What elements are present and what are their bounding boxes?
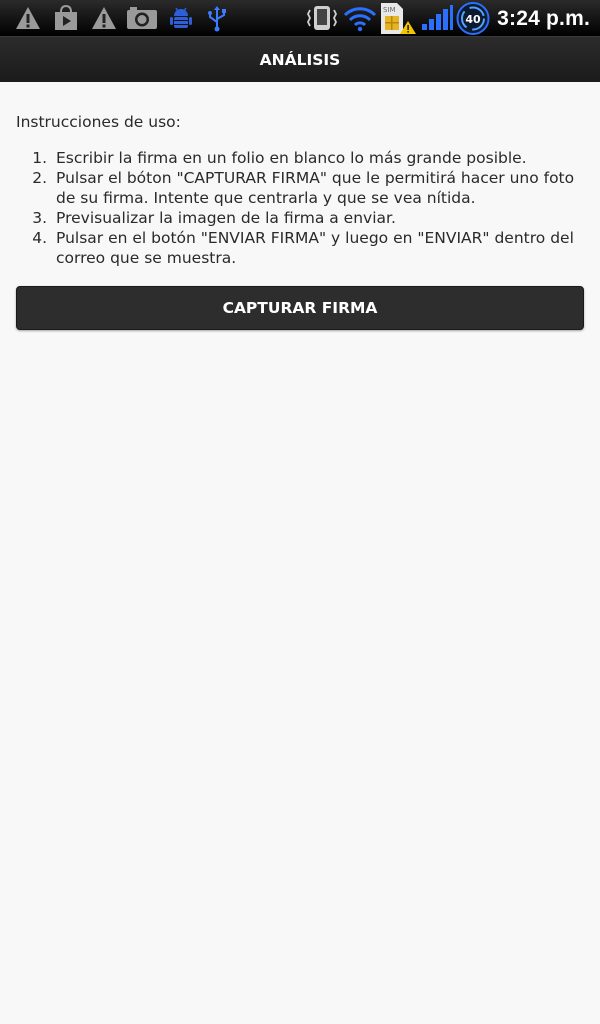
camera-icon bbox=[125, 4, 159, 32]
step-number: 3. bbox=[32, 209, 47, 227]
network-badge-text: 40 bbox=[465, 13, 481, 26]
list-item: 4. Pulsar en el botón "ENVIAR FIRMA" y l… bbox=[16, 228, 584, 268]
play-store-icon bbox=[53, 4, 79, 32]
sim-warning-icon: SIM bbox=[379, 2, 417, 34]
step-text: Pulsar en el botón "ENVIAR FIRMA" y lueg… bbox=[56, 229, 574, 267]
instructions-list: 1. Escribir la firma en un folio en blan… bbox=[16, 148, 584, 268]
wifi-icon bbox=[343, 4, 377, 32]
warning-icon bbox=[90, 4, 118, 32]
data-badge-icon: 40 bbox=[455, 2, 491, 35]
status-bar: SIM 40 3:24 p.m. bbox=[0, 0, 600, 37]
action-bar: ANÁLISIS bbox=[0, 37, 600, 82]
list-item: 3. Previsualizar la imagen de la firma a… bbox=[16, 208, 584, 228]
usb-icon bbox=[204, 4, 230, 32]
capture-signature-label: CAPTURAR FIRMA bbox=[222, 299, 378, 317]
warning-icon bbox=[14, 4, 42, 32]
status-clock: 3:24 p.m. bbox=[497, 7, 590, 30]
instructions-section: Instrucciones de uso: 1. Escribir la fir… bbox=[16, 112, 584, 268]
instructions-heading: Instrucciones de uso: bbox=[16, 113, 181, 131]
signal-icon bbox=[420, 4, 454, 32]
sim-label: SIM bbox=[383, 6, 396, 14]
list-item: 2. Pulsar el bóton "CAPTURAR FIRMA" que … bbox=[16, 168, 584, 208]
vibrate-icon bbox=[305, 4, 339, 32]
step-number: 2. bbox=[32, 169, 47, 187]
step-number: 4. bbox=[32, 229, 47, 247]
page-title: ANÁLISIS bbox=[259, 50, 341, 69]
capture-signature-button[interactable]: CAPTURAR FIRMA bbox=[16, 286, 584, 330]
list-item: 1. Escribir la firma en un folio en blan… bbox=[16, 148, 584, 168]
step-text: Pulsar el bóton "CAPTURAR FIRMA" que le … bbox=[56, 169, 575, 207]
android-debug-icon bbox=[168, 4, 194, 32]
step-text: Previsualizar la imagen de la firma a en… bbox=[56, 209, 396, 227]
step-number: 1. bbox=[32, 149, 47, 167]
step-text: Escribir la firma en un folio en blanco … bbox=[56, 149, 527, 167]
